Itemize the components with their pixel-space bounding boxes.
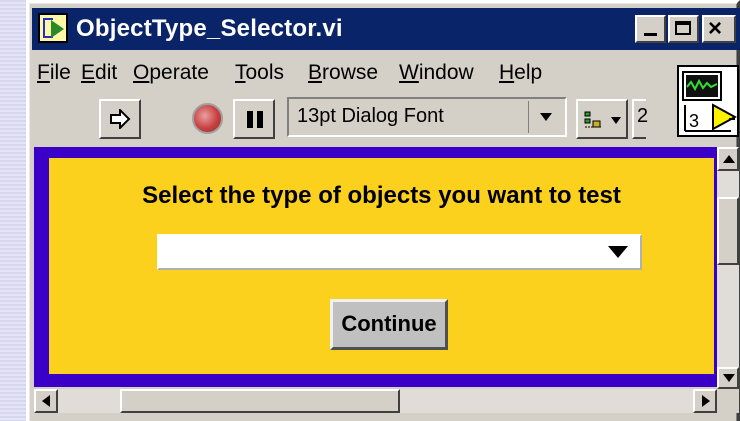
abort-button[interactable]	[189, 99, 229, 139]
continue-label: Continue	[341, 311, 437, 336]
maximize-icon	[675, 21, 691, 35]
minimize-icon	[644, 33, 657, 36]
dropdown-arrow-icon	[608, 246, 628, 258]
waveform-graph-icon	[682, 71, 738, 132]
pause-icon	[247, 111, 253, 128]
horizontal-scrollbar[interactable]	[34, 389, 717, 413]
scroll-right-button[interactable]	[693, 389, 717, 413]
distribute-objects-button[interactable]: 2	[632, 99, 648, 139]
align-objects-button[interactable]	[576, 99, 628, 139]
run-arrow-icon	[110, 109, 131, 129]
arrow-down-icon	[723, 374, 735, 382]
vi-icon	[38, 13, 68, 43]
minimize-button[interactable]	[635, 15, 666, 43]
menu-file[interactable]: File	[37, 61, 71, 85]
maximize-button[interactable]	[668, 15, 699, 43]
close-button[interactable]: ×	[702, 15, 736, 43]
arrow-left-icon	[42, 395, 50, 407]
scroll-down-button[interactable]	[717, 367, 739, 389]
window-title: ObjectType_Selector.vi	[76, 15, 343, 42]
font-selector-value: 13pt Dialog Font	[297, 105, 444, 127]
vertical-scroll-thumb[interactable]	[717, 197, 739, 265]
close-icon: ×	[708, 15, 723, 42]
stop-icon	[192, 103, 223, 134]
horizontal-scroll-thumb[interactable]	[120, 389, 400, 413]
scroll-up-button[interactable]	[717, 147, 739, 171]
font-dropdown-button[interactable]	[528, 101, 561, 133]
run-button[interactable]	[99, 99, 141, 139]
pause-button[interactable]	[233, 99, 275, 139]
arrow-up-icon	[723, 155, 735, 163]
front-panel: Select the type of objects you want to t…	[49, 158, 714, 374]
arrow-right-icon	[702, 395, 710, 407]
vi-icon-number: 3	[689, 111, 700, 131]
chevron-down-icon	[611, 117, 621, 124]
chevron-down-icon	[540, 113, 552, 121]
menu-operate[interactable]: Operate	[133, 61, 209, 85]
menu-window[interactable]: Window	[399, 61, 474, 85]
title-bar[interactable]: ObjectType_Selector.vi ×	[32, 8, 740, 50]
scrollbar-corner	[717, 389, 739, 413]
object-type-ring[interactable]	[157, 234, 642, 270]
scroll-left-button[interactable]	[34, 389, 58, 413]
menu-browse[interactable]: Browse	[308, 61, 378, 85]
continue-button[interactable]: Continue	[330, 299, 448, 350]
labview-vi-window: ObjectType_Selector.vi × File Edit Opera…	[26, 0, 740, 421]
align-icon	[584, 111, 601, 128]
menu-help[interactable]: Help	[499, 61, 542, 85]
vi-connector-icon[interactable]: 3	[677, 65, 739, 137]
prompt-label: Select the type of objects you want to t…	[142, 182, 621, 209]
menu-edit[interactable]: Edit	[81, 61, 117, 85]
menu-tools[interactable]: Tools	[235, 61, 284, 85]
font-selector[interactable]: 13pt Dialog Font	[287, 97, 567, 137]
vertical-scrollbar[interactable]	[717, 147, 739, 389]
